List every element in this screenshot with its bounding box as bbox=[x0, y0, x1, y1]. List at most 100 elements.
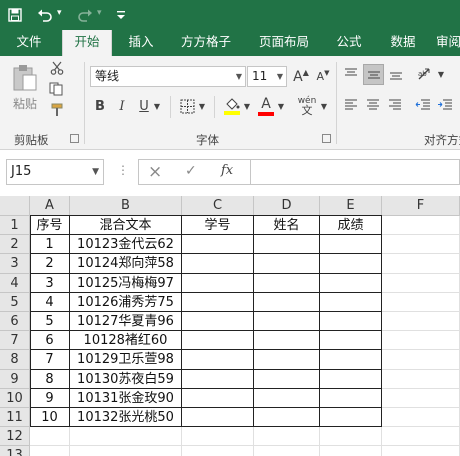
select-all-corner[interactable] bbox=[0, 196, 30, 216]
cell-e5[interactable] bbox=[320, 292, 382, 312]
cell-c6[interactable] bbox=[182, 312, 254, 332]
cell-b6[interactable]: 10127华夏青96 bbox=[70, 312, 182, 332]
font-name-combo[interactable]: 等线 ▼ bbox=[90, 66, 246, 87]
column-header-b[interactable]: B bbox=[70, 196, 182, 216]
cell-b9[interactable]: 10130苏夜白59 bbox=[70, 369, 182, 389]
cell-d2[interactable] bbox=[254, 235, 320, 255]
cell-d10[interactable] bbox=[254, 388, 320, 408]
font-color-dropdown-icon[interactable]: ▼ bbox=[277, 100, 285, 112]
fill-color-dropdown-icon[interactable]: ▼ bbox=[243, 100, 251, 112]
column-header-c[interactable]: C bbox=[182, 196, 254, 216]
cell-d4[interactable] bbox=[254, 273, 320, 293]
borders-dropdown-icon[interactable]: ▼ bbox=[198, 100, 206, 112]
orientation-icon[interactable]: ab bbox=[414, 64, 438, 84]
save-icon[interactable] bbox=[4, 4, 26, 26]
format-painter-icon[interactable] bbox=[48, 101, 66, 119]
cancel-icon[interactable]: × bbox=[148, 162, 162, 182]
row-header-10[interactable]: 10 bbox=[0, 388, 30, 408]
cell-d5[interactable] bbox=[254, 292, 320, 312]
phonetic-dropdown-icon[interactable]: ▼ bbox=[320, 100, 328, 112]
tab-page-layout[interactable]: 页面布局 bbox=[250, 30, 318, 56]
fill-color-icon[interactable] bbox=[222, 94, 242, 118]
cell-f9[interactable] bbox=[382, 369, 460, 389]
row-header-9[interactable]: 9 bbox=[0, 369, 30, 389]
cell-a7[interactable]: 6 bbox=[30, 331, 70, 351]
cell-d6[interactable] bbox=[254, 312, 320, 332]
undo-dropdown-icon[interactable]: ▾ bbox=[57, 8, 62, 18]
row-header-12[interactable]: 12 bbox=[0, 427, 30, 447]
cell-e3[interactable] bbox=[320, 254, 382, 274]
cell-a13[interactable] bbox=[30, 446, 70, 456]
align-left-icon[interactable] bbox=[342, 96, 360, 114]
cell-b2[interactable]: 10123金代云62 bbox=[70, 235, 182, 255]
align-middle-icon[interactable] bbox=[363, 64, 384, 85]
cell-c3[interactable] bbox=[182, 254, 254, 274]
cell-f10[interactable] bbox=[382, 388, 460, 408]
cell-c7[interactable] bbox=[182, 331, 254, 351]
cell-f5[interactable] bbox=[382, 292, 460, 312]
cell-c9[interactable] bbox=[182, 369, 254, 389]
cell-a8[interactable]: 7 bbox=[30, 350, 70, 370]
cell-b4[interactable]: 10125冯梅梅97 bbox=[70, 273, 182, 293]
row-header-6[interactable]: 6 bbox=[0, 312, 30, 332]
cell-f7[interactable] bbox=[382, 331, 460, 351]
cell-b12[interactable] bbox=[70, 427, 182, 447]
cell-f13[interactable] bbox=[382, 446, 460, 456]
row-header-7[interactable]: 7 bbox=[0, 331, 30, 351]
font-color-icon[interactable]: A bbox=[256, 94, 276, 118]
cell-a1[interactable]: 序号 bbox=[30, 216, 70, 236]
cell-e6[interactable] bbox=[320, 312, 382, 332]
tab-review[interactable]: 审阅 bbox=[436, 30, 460, 56]
tab-fangfang[interactable]: 方方格子 bbox=[172, 30, 240, 56]
cut-icon[interactable] bbox=[48, 59, 66, 77]
cell-f8[interactable] bbox=[382, 350, 460, 370]
cell-b13[interactable] bbox=[70, 446, 182, 456]
customize-toolbar-icon[interactable] bbox=[110, 4, 132, 26]
row-header-5[interactable]: 5 bbox=[0, 292, 30, 312]
underline-button[interactable]: U bbox=[136, 96, 152, 116]
cell-b7[interactable]: 10128褚红60 bbox=[70, 331, 182, 351]
decrease-font-size-button[interactable]: A ▼ bbox=[314, 66, 332, 87]
tab-home[interactable]: 开始 bbox=[62, 30, 112, 56]
increase-font-size-button[interactable]: A ▲ bbox=[292, 66, 310, 87]
cell-e11[interactable] bbox=[320, 408, 382, 428]
align-right-icon[interactable] bbox=[386, 96, 404, 114]
tab-data[interactable]: 数据 bbox=[380, 30, 426, 56]
font-size-combo[interactable]: 11 ▼ bbox=[247, 66, 287, 87]
cell-c4[interactable] bbox=[182, 273, 254, 293]
copy-icon[interactable] bbox=[46, 80, 68, 98]
cell-e7[interactable] bbox=[320, 331, 382, 351]
row-header-13[interactable]: 13 bbox=[0, 446, 30, 456]
italic-button[interactable]: I bbox=[114, 96, 130, 116]
cell-c8[interactable] bbox=[182, 350, 254, 370]
formula-input[interactable] bbox=[250, 159, 460, 185]
cell-b11[interactable]: 10132张光桃50 bbox=[70, 408, 182, 428]
cell-d13[interactable] bbox=[254, 446, 320, 456]
tab-insert[interactable]: 插入 bbox=[118, 30, 164, 56]
tab-file[interactable]: 文件 bbox=[6, 30, 52, 56]
undo-icon[interactable] bbox=[34, 4, 56, 26]
cell-e12[interactable] bbox=[320, 427, 382, 447]
cell-b3[interactable]: 10124郑向萍58 bbox=[70, 254, 182, 274]
cell-f12[interactable] bbox=[382, 427, 460, 447]
cell-a6[interactable]: 5 bbox=[30, 312, 70, 332]
row-header-3[interactable]: 3 bbox=[0, 254, 30, 274]
cell-e10[interactable] bbox=[320, 388, 382, 408]
column-header-e[interactable]: E bbox=[320, 196, 382, 216]
column-header-f[interactable]: F bbox=[382, 196, 460, 216]
cell-f4[interactable] bbox=[382, 273, 460, 293]
align-bottom-icon[interactable] bbox=[387, 65, 405, 83]
enter-icon[interactable]: ✓ bbox=[185, 163, 197, 179]
cell-b8[interactable]: 10129卫乐萱98 bbox=[70, 350, 182, 370]
underline-dropdown-icon[interactable]: ▼ bbox=[153, 100, 161, 112]
cell-b10[interactable]: 10131张金玫90 bbox=[70, 388, 182, 408]
decrease-indent-icon[interactable] bbox=[414, 96, 432, 114]
cell-a4[interactable]: 3 bbox=[30, 273, 70, 293]
cell-d1[interactable]: 姓名 bbox=[254, 216, 320, 236]
cell-d11[interactable] bbox=[254, 408, 320, 428]
cell-f2[interactable] bbox=[382, 235, 460, 255]
cell-a10[interactable]: 9 bbox=[30, 388, 70, 408]
cell-e13[interactable] bbox=[320, 446, 382, 456]
row-header-11[interactable]: 11 bbox=[0, 408, 30, 428]
align-center-icon[interactable] bbox=[364, 96, 382, 114]
